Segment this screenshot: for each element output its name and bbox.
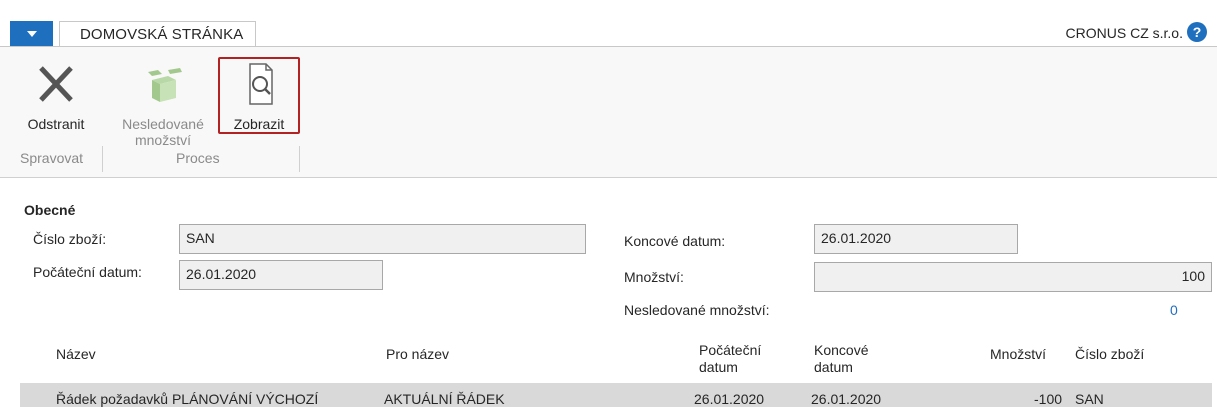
end-date-field[interactable]: 26.01.2020: [814, 224, 1018, 254]
ribbon-divider: [0, 177, 1217, 178]
cell-for-name: AKTUÁLNÍ ŘÁDEK: [384, 391, 505, 407]
item-no-label: Číslo zboží:: [33, 231, 107, 247]
item-no-field[interactable]: SAN: [179, 224, 586, 254]
delete-label: Odstranit: [27, 116, 85, 132]
untracked-quantity-button[interactable]: Nesledované množství: [113, 60, 213, 148]
help-icon[interactable]: ?: [1187, 22, 1207, 42]
quantity-field[interactable]: 100: [814, 262, 1212, 292]
start-date-label: Počáteční datum:: [33, 264, 142, 280]
untracked-quantity-value[interactable]: 0: [1170, 302, 1178, 318]
column-header-for-name[interactable]: Pro název: [386, 346, 449, 363]
tab-bar: DOMOVSKÁ STRÁNKA CRONUS CZ s.r.o. ?: [0, 0, 1217, 47]
quantity-label: Množství:: [624, 269, 684, 285]
chevron-down-icon: [26, 30, 37, 37]
column-header-quantity[interactable]: Množství: [990, 346, 1046, 363]
delete-icon: [31, 60, 81, 110]
start-date-field[interactable]: 26.01.2020: [179, 260, 383, 290]
cell-item-no: SAN: [1075, 391, 1104, 407]
section-title-general: Obecné: [24, 202, 76, 218]
group-separator: [102, 146, 103, 172]
cell-quantity: -100: [1034, 391, 1063, 407]
cell-end-date: 26.01.2020: [811, 391, 882, 407]
cell-name: Řádek požadavků PLÁNOVÁNÍ VÝCHOZÍ: [56, 391, 319, 407]
cell-start-date: 26.01.2020: [694, 391, 765, 407]
group-label-process: Proces: [176, 150, 220, 166]
untracked-quantity-label: Nesledované množství:: [624, 302, 770, 318]
column-header-item-no[interactable]: Číslo zboží: [1075, 346, 1144, 363]
column-header-start-date[interactable]: Počáteční datum: [699, 342, 779, 376]
group-label-manage: Spravovat: [20, 150, 84, 166]
tab-home[interactable]: DOMOVSKÁ STRÁNKA: [59, 21, 256, 47]
boxes-icon: [138, 60, 188, 110]
app-menu-button[interactable]: [10, 21, 53, 46]
delete-button[interactable]: Odstranit: [16, 60, 96, 132]
highlight-frame: [218, 57, 300, 134]
table-header: Název Pro název Počáteční datum Koncové …: [20, 336, 1212, 384]
group-separator: [299, 146, 300, 172]
table-row[interactable]: Řádek požadavků PLÁNOVÁNÍ VÝCHOZÍ AKTUÁL…: [20, 383, 1212, 407]
end-date-label: Koncové datum:: [624, 233, 726, 249]
table: Název Pro název Počáteční datum Koncové …: [20, 336, 1212, 407]
column-header-name[interactable]: Název: [56, 346, 96, 363]
untracked-quantity-label: Nesledované množství: [122, 116, 204, 148]
company-name: CRONUS CZ s.r.o.: [1065, 25, 1183, 41]
column-header-end-date[interactable]: Koncové datum: [814, 342, 884, 376]
